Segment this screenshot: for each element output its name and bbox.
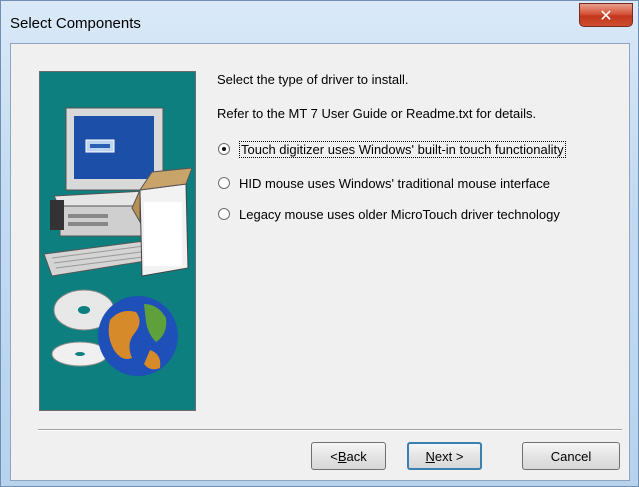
close-icon: ✕ bbox=[599, 5, 613, 25]
instruction-text: Select the type of driver to install. bbox=[217, 72, 409, 87]
dialog-client-area: Select the type of driver to install. Re… bbox=[10, 43, 630, 481]
option-label: Touch digitizer uses Windows' built-in t… bbox=[239, 140, 566, 158]
back-label-prefix: < bbox=[330, 448, 338, 464]
reference-text: Refer to the MT 7 User Guide or Readme.t… bbox=[217, 106, 537, 121]
setup-illustration bbox=[39, 71, 196, 411]
computer-and-globe-icon bbox=[43, 107, 193, 376]
next-label-rest: ext > bbox=[434, 448, 464, 464]
option-label: Legacy mouse uses older MicroTouch drive… bbox=[239, 206, 560, 222]
title-bar[interactable]: Select Components ✕ bbox=[1, 1, 638, 37]
cancel-label: Cancel bbox=[550, 448, 592, 464]
divider bbox=[38, 429, 622, 431]
option-label: HID mouse uses Windows' traditional mous… bbox=[239, 175, 551, 191]
close-button[interactable]: ✕ bbox=[579, 3, 633, 27]
radio-unselected-icon[interactable] bbox=[218, 208, 230, 220]
back-button[interactable]: < Back bbox=[311, 442, 386, 470]
next-label-mnemonic: N bbox=[425, 448, 435, 464]
window-title: Select Components bbox=[10, 15, 141, 32]
dialog-window: Select Components ✕ Select the type of d… bbox=[0, 0, 639, 487]
cancel-button[interactable]: Cancel bbox=[522, 442, 620, 470]
radio-selected-icon[interactable] bbox=[218, 143, 230, 155]
option-legacy-mouse[interactable]: Legacy mouse uses older MicroTouch drive… bbox=[218, 205, 560, 223]
back-label-rest: ack bbox=[346, 448, 367, 464]
option-touch-digitizer[interactable]: Touch digitizer uses Windows' built-in t… bbox=[218, 140, 566, 158]
option-hid-mouse[interactable]: HID mouse uses Windows' traditional mous… bbox=[218, 174, 550, 192]
next-button[interactable]: Next > bbox=[407, 442, 482, 470]
back-label-mnemonic: B bbox=[337, 448, 347, 464]
radio-unselected-icon[interactable] bbox=[218, 177, 230, 189]
